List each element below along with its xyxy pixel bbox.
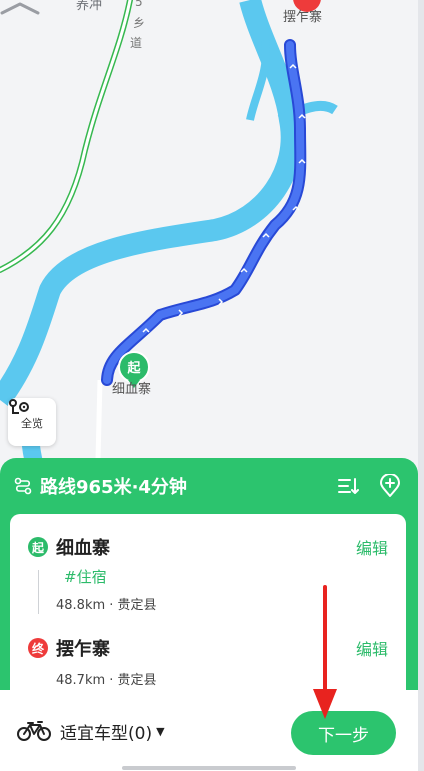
sort-button[interactable]: [334, 472, 362, 500]
start-badge-icon: 起: [28, 537, 48, 557]
route-summary-header: 路线965米·4分钟: [0, 458, 418, 514]
add-waypoint-icon: [380, 474, 400, 497]
end-point-name: 摆乍寨: [56, 639, 110, 660]
road-name-char: 道: [130, 36, 143, 50]
panel-expand-chevron-icon[interactable]: [0, 0, 40, 16]
road-name-char: 乡: [133, 16, 146, 30]
overview-label: 全览: [21, 416, 43, 430]
start-marker-icon[interactable]: 起: [126, 357, 142, 376]
end-badge-icon: 终: [28, 638, 48, 658]
origin-map-label: 细血寨: [112, 382, 152, 397]
map-canvas: [0, 0, 338, 480]
overview-button[interactable]: 全览: [8, 398, 56, 446]
map-place-label: 养冲: [76, 0, 103, 13]
scrollbar[interactable]: [418, 0, 424, 771]
map-view[interactable]: 养冲 5 乡 道 摆乍寨 细血寨 起 全览: [0, 0, 424, 480]
vehicle-type-selector[interactable]: 适宜车型(0) ▼: [16, 716, 165, 746]
sort-icon: [338, 478, 359, 494]
edit-end-button[interactable]: 编辑: [356, 636, 388, 660]
red-arrow-annotation-icon: [313, 585, 337, 719]
start-point-tag[interactable]: #住宿: [64, 566, 107, 587]
overview-route-icon: [9, 399, 29, 414]
route-summary: 路线965米·4分钟: [40, 477, 187, 498]
start-point-meta: 48.8km · 贵定县: [56, 598, 157, 613]
bottom-action-bar: 适宜车型(0) ▼ 下一步: [0, 690, 418, 771]
end-point-meta: 48.7km · 贵定县: [56, 673, 157, 688]
bicycle-icon: [17, 721, 51, 741]
add-waypoint-button[interactable]: [376, 472, 404, 500]
home-indicator[interactable]: [122, 766, 296, 770]
next-step-button[interactable]: 下一步: [291, 711, 396, 755]
connector-line: [38, 570, 39, 614]
road-number-label: 5: [135, 0, 143, 9]
destination-map-label: 摆乍寨: [283, 10, 323, 25]
start-point-name: 细血寨: [56, 538, 110, 559]
vehicle-type-label: 适宜车型(0): [60, 723, 153, 744]
edit-start-button[interactable]: 编辑: [356, 535, 388, 559]
route-icon: [14, 477, 32, 495]
chevron-down-icon: ▼: [156, 724, 165, 738]
